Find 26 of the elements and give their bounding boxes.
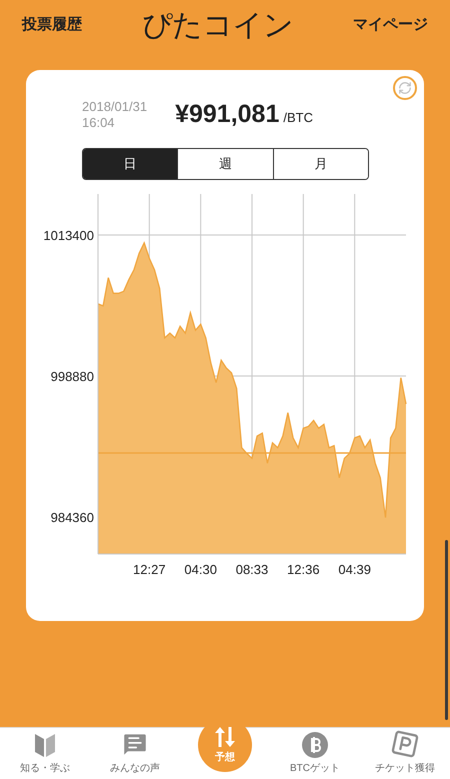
tab-bar-item[interactable]: BTCゲット: [270, 727, 360, 779]
y-axis-label: 998880: [50, 368, 94, 384]
x-axis-label: 08:33: [236, 562, 268, 576]
refresh-icon: [398, 81, 412, 95]
x-axis-label: 04:39: [338, 562, 371, 576]
tab-bar-item[interactable]: みんなの声: [90, 727, 180, 779]
period-tab[interactable]: 月: [272, 148, 368, 178]
unit-text: /BTC: [283, 109, 313, 127]
price-text: ¥991,081: [175, 99, 280, 130]
my-page-link[interactable]: マイページ: [353, 14, 428, 36]
tab-bar-item[interactable]: 知る・学ぶ: [0, 727, 90, 779]
vote-history-link[interactable]: 投票履歴: [22, 14, 82, 36]
refresh-button[interactable]: [393, 76, 417, 100]
x-axis-label: 12:27: [133, 562, 166, 576]
date-text: 2018/01/31: [82, 98, 148, 115]
y-axis-label: 984360: [50, 510, 94, 524]
bitcoin-icon: [302, 732, 328, 758]
tab-bar-item[interactable]: チケット獲得: [360, 727, 450, 779]
up-down-arrows-icon: [214, 726, 236, 748]
y-axis-label: 1013400: [43, 227, 94, 242]
period-tab[interactable]: 日: [83, 148, 178, 178]
app-logo: ぴたコイン: [142, 8, 294, 44]
x-axis-label: 04:30: [184, 562, 217, 576]
time-text: 16:04: [82, 114, 116, 131]
x-axis-label: 12:36: [287, 562, 320, 576]
beginner-mark-icon: [33, 732, 57, 758]
